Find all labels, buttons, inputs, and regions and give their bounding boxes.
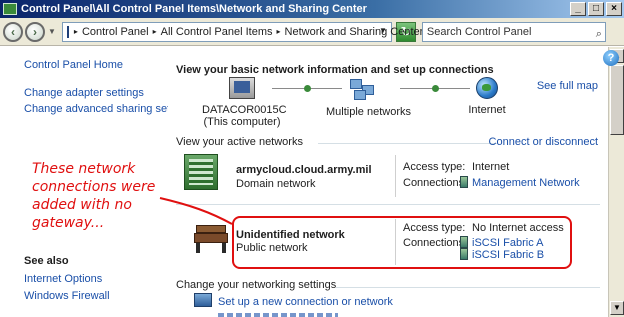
annotation-highlight-box: [232, 216, 572, 269]
annotation-arrow: [159, 197, 233, 225]
annotation-text: These network connections were added wit…: [32, 161, 156, 231]
